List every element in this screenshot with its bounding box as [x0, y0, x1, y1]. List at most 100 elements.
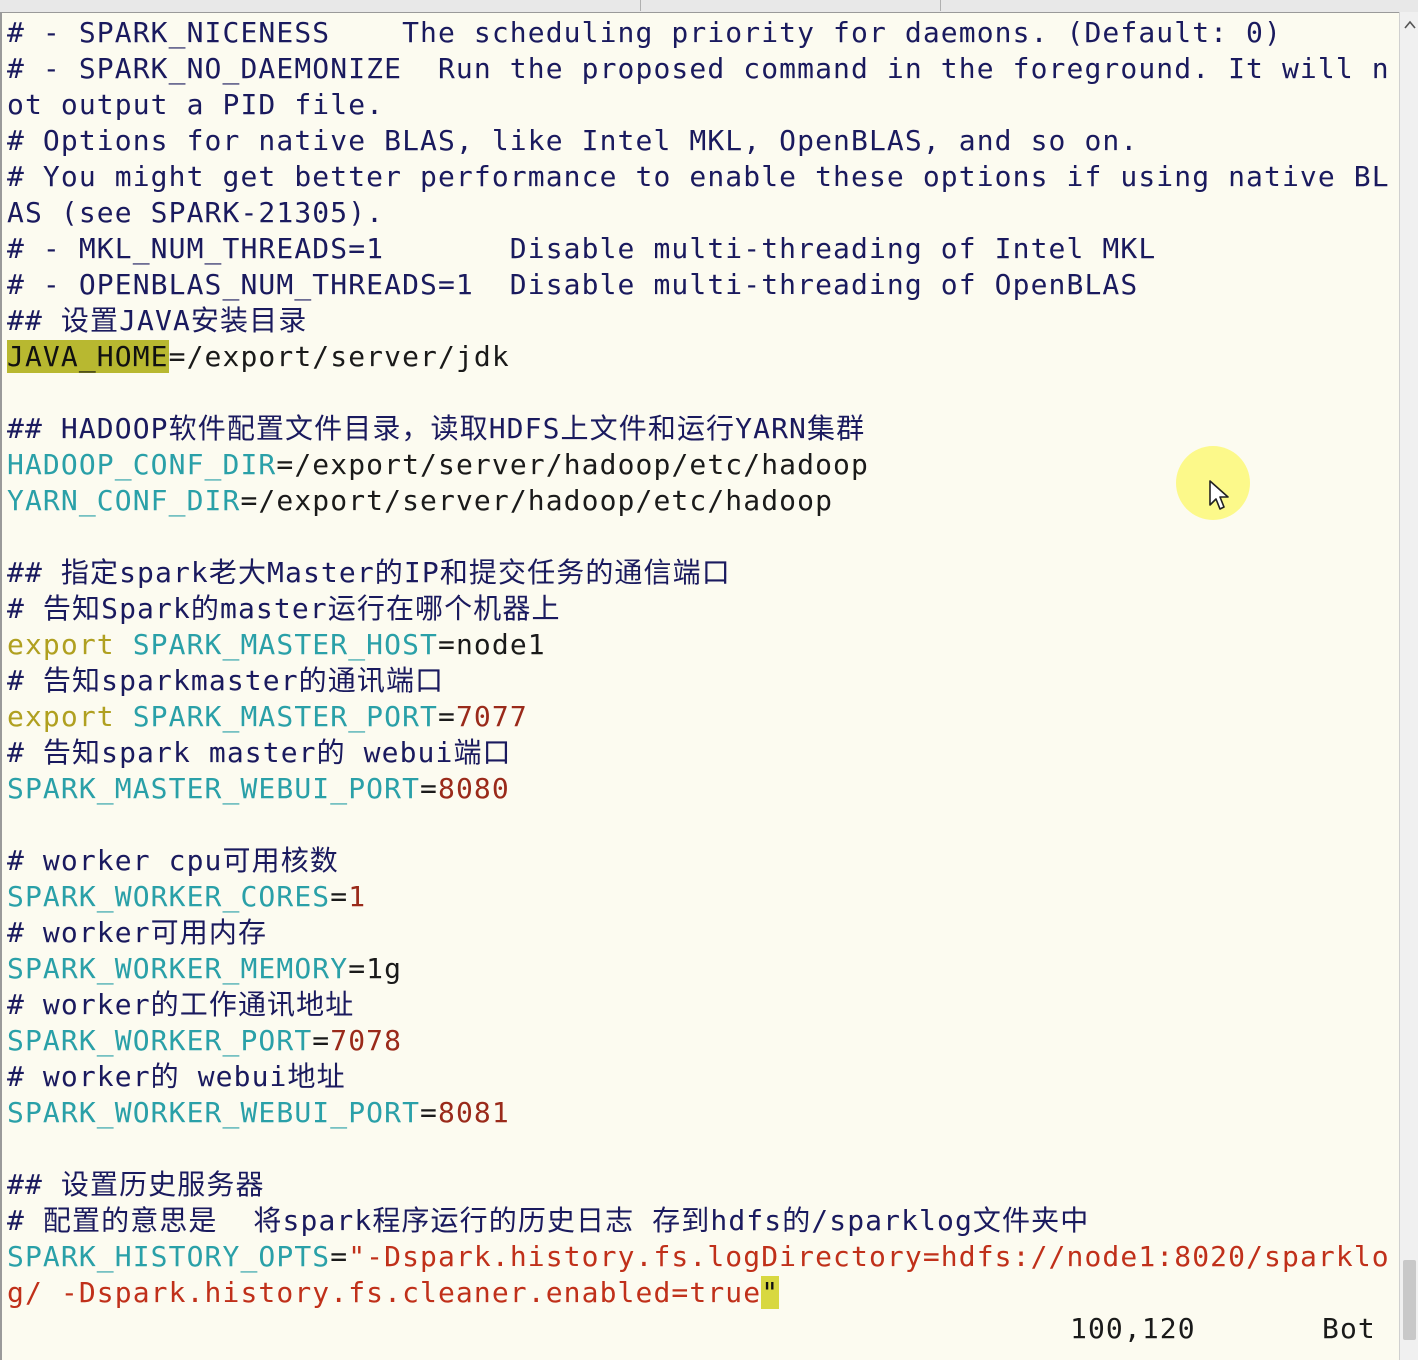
code-line[interactable]: ## 指定spark老大Master的IP和提交任务的通信端口 [7, 555, 1399, 591]
code-line[interactable]: # worker cpu可用核数 [7, 843, 1399, 879]
code-line[interactable]: ot output a PID file. [7, 87, 1399, 123]
code-token: ## HADOOP软件配置文件目录，读取HDFS上文件和运行YARN集群 [7, 412, 866, 445]
scroll-indicator: Bot [1322, 1312, 1376, 1345]
code-token: 7078 [330, 1024, 403, 1057]
code-token: = [420, 772, 438, 805]
code-token: SPARK_WORKER_PORT [7, 1024, 313, 1057]
code-line[interactable]: # worker可用内存 [7, 915, 1399, 951]
code-line[interactable]: JAVA_HOME=/export/server/jdk [7, 339, 1399, 375]
scroll-up-arrow-icon[interactable] [1403, 18, 1417, 32]
code-token: export [7, 628, 115, 661]
window-border [0, 12, 2, 1360]
code-token: = [330, 880, 349, 913]
code-token: = [330, 1240, 349, 1273]
code-line[interactable]: # - SPARK_NO_DAEMONIZE Run the proposed … [7, 51, 1399, 87]
text-cursor: " [761, 1276, 780, 1309]
code-token: = [438, 700, 456, 733]
code-line[interactable]: # 配置的意思是 将spark程序运行的历史日志 存到hdfs的/sparklo… [7, 1203, 1399, 1239]
code-token: JAVA_HOME [7, 340, 169, 373]
code-line[interactable]: # - SPARK_NICENESS The scheduling priori… [7, 15, 1399, 51]
code-line[interactable]: # 告知Spark的master运行在哪个机器上 [7, 591, 1399, 627]
code-token: ## 设置历史服务器 [7, 1168, 265, 1201]
mouse-cursor-icon [1209, 480, 1229, 510]
code-token: SPARK_WORKER_MEMORY [7, 952, 349, 985]
code-token: SPARK_WORKER_WEBUI_PORT [7, 1096, 421, 1129]
code-token: SPARK_MASTER_WEBUI_PORT [7, 772, 421, 805]
code-token: 7077 [455, 700, 528, 733]
code-token: SPARK_MASTER_PORT [132, 700, 438, 733]
code-token: SPARK_HISTORY_OPTS [7, 1240, 331, 1273]
code-line[interactable]: SPARK_WORKER_WEBUI_PORT=8081 [7, 1095, 1399, 1131]
code-token: # 告知spark master的 webui端口 [7, 736, 512, 769]
code-token: =/export/server/hadoop/etc/hadoop [276, 448, 869, 481]
vertical-scrollbar[interactable] [1399, 12, 1418, 1360]
title-tab[interactable] [640, 0, 941, 11]
code-line[interactable] [7, 519, 1399, 555]
code-token: # 告知Spark的master运行在哪个机器上 [7, 592, 561, 625]
code-token: = [312, 1024, 331, 1057]
code-line[interactable]: SPARK_WORKER_MEMORY=1g [7, 951, 1399, 987]
code-token: SPARK_MASTER_HOST [132, 628, 438, 661]
code-token: # - MKL_NUM_THREADS=1 Disable multi-thre… [7, 232, 1157, 265]
code-line[interactable]: # 告知spark master的 webui端口 [7, 735, 1399, 771]
code-line[interactable]: ## HADOOP软件配置文件目录，读取HDFS上文件和运行YARN集群 [7, 411, 1399, 447]
cursor-position: 100,120 [1070, 1312, 1196, 1345]
vim-editor[interactable]: # - SPARK_NICENESS The scheduling priori… [7, 15, 1399, 1355]
code-line[interactable]: # You might get better performance to en… [7, 159, 1399, 195]
code-token: # worker可用内存 [7, 916, 268, 949]
code-line[interactable]: export SPARK_MASTER_HOST=node1 [7, 627, 1399, 663]
code-line[interactable]: g/ -Dspark.history.fs.cleaner.enabled=tr… [7, 1275, 1399, 1311]
code-line[interactable]: SPARK_WORKER_CORES=1 [7, 879, 1399, 915]
code-line[interactable] [7, 1131, 1399, 1167]
code-token: g/ -Dspark.history.fs.cleaner.enabled=tr… [7, 1276, 762, 1309]
code-line[interactable]: SPARK_WORKER_PORT=7078 [7, 1023, 1399, 1059]
code-line[interactable]: ## 设置JAVA安装目录 [7, 303, 1399, 339]
mouse-pointer-highlight [1176, 446, 1250, 520]
code-token: 1 [348, 880, 367, 913]
code-token: = [420, 1096, 438, 1129]
code-token: =node1 [438, 628, 546, 661]
code-token: ## 设置JAVA安装目录 [7, 304, 308, 337]
code-token: # - SPARK_NICENESS The scheduling priori… [7, 16, 1282, 49]
code-line[interactable]: AS (see SPARK-21305). [7, 195, 1399, 231]
code-line[interactable]: # Options for native BLAS, like Intel MK… [7, 123, 1399, 159]
code-line[interactable]: # 告知sparkmaster的通讯端口 [7, 663, 1399, 699]
window-top-bar [0, 0, 1418, 13]
code-token: # Options for native BLAS, like Intel MK… [7, 124, 1139, 157]
code-line[interactable] [7, 375, 1399, 411]
code-token: "-Dspark.history.fs.logDirectory=hdfs://… [348, 1240, 1390, 1273]
code-line[interactable] [7, 807, 1399, 843]
code-token: SPARK_WORKER_CORES [7, 880, 331, 913]
code-token: ot output a PID file. [7, 88, 385, 121]
code-token: =1g [348, 952, 403, 985]
code-token: export [7, 700, 115, 733]
code-token: AS (see SPARK-21305). [7, 196, 385, 229]
code-token: # 配置的意思是 将spark程序运行的历史日志 存到hdfs的/sparklo… [7, 1204, 1090, 1237]
code-line[interactable]: SPARK_MASTER_WEBUI_PORT=8080 [7, 771, 1399, 807]
code-token: # worker的工作通讯地址 [7, 988, 355, 1021]
code-token: # worker cpu可用核数 [7, 844, 339, 877]
code-token: ## 指定spark老大Master的IP和提交任务的通信端口 [7, 556, 731, 589]
code-token: # - OPENBLAS_NUM_THREADS=1 Disable multi… [7, 268, 1139, 301]
code-line[interactable]: # worker的 webui地址 [7, 1059, 1399, 1095]
code-token: 8080 [438, 772, 510, 805]
code-line[interactable]: # worker的工作通讯地址 [7, 987, 1399, 1023]
code-token: # You might get better performance to en… [7, 160, 1390, 193]
scrollbar-thumb[interactable] [1403, 1260, 1416, 1340]
code-line[interactable]: ## 设置历史服务器 [7, 1167, 1399, 1203]
code-token: =/export/server/jdk [168, 340, 510, 373]
code-token: # - SPARK_NO_DAEMONIZE Run the proposed … [7, 52, 1390, 85]
code-token: HADOOP_CONF_DIR [7, 448, 277, 481]
code-token: 8081 [438, 1096, 510, 1129]
code-line[interactable]: # - OPENBLAS_NUM_THREADS=1 Disable multi… [7, 267, 1399, 303]
code-token: =/export/server/hadoop/etc/hadoop [240, 484, 834, 517]
code-token: # worker的 webui地址 [7, 1060, 346, 1093]
title-tab[interactable] [0, 0, 641, 11]
code-line[interactable]: SPARK_HISTORY_OPTS="-Dspark.history.fs.l… [7, 1239, 1399, 1275]
code-line[interactable]: # - MKL_NUM_THREADS=1 Disable multi-thre… [7, 231, 1399, 267]
code-token: # 告知sparkmaster的通讯端口 [7, 664, 445, 697]
code-line[interactable]: export SPARK_MASTER_PORT=7077 [7, 699, 1399, 735]
code-token: YARN_CONF_DIR [7, 484, 241, 517]
